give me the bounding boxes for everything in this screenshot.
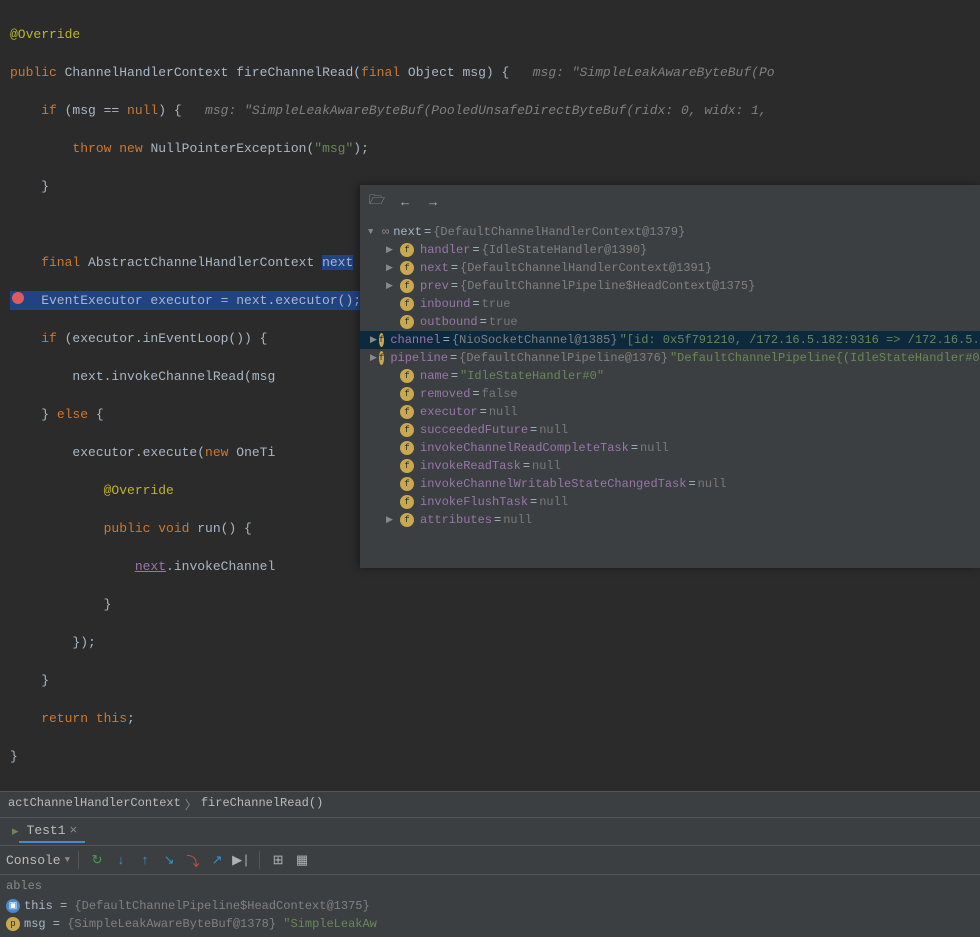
field-icon: f [400, 423, 414, 437]
expand-arrow-icon[interactable]: ▶ [370, 335, 377, 345]
variable-tree[interactable]: ▼ ∞ next = {DefaultChannelHandlerContext… [360, 219, 980, 533]
tree-row-invokeReadTask[interactable]: finvokeReadTask = null [360, 457, 980, 475]
field-name: channel [390, 333, 440, 347]
field-icon: f [400, 513, 414, 527]
field-icon: f [400, 369, 414, 383]
expand-arrow-icon[interactable]: ▶ [386, 245, 398, 255]
tree-row-channel[interactable]: ▶fchannel = {NioSocketChannel@1385} "[id… [360, 331, 980, 349]
tab-label: Test1 [27, 823, 66, 838]
field-icon: f [379, 333, 384, 347]
tree-row-inbound[interactable]: finbound = true [360, 295, 980, 313]
tree-row-prev[interactable]: ▶fprev = {DefaultChannelPipeline$HeadCon… [360, 277, 980, 295]
tree-row-invokeFlushTask[interactable]: finvokeFlushTask = null [360, 493, 980, 511]
folder-icon[interactable]: 🗁 [368, 191, 386, 213]
field-name: name [420, 369, 449, 383]
field-name: executor [420, 405, 478, 419]
tree-root[interactable]: ▼ ∞ next = {DefaultChannelHandlerContext… [360, 223, 980, 241]
step-out-button[interactable]: ↗ [207, 850, 227, 870]
field-name: next [420, 261, 449, 275]
expand-arrow-icon[interactable]: ▶ [386, 281, 398, 291]
step-over-button[interactable]: ⤵ [183, 850, 203, 870]
field-icon: f [400, 405, 414, 419]
field-icon: f [400, 387, 414, 401]
field-name: prev [420, 279, 449, 293]
step-down-button[interactable]: ↓ [111, 850, 131, 870]
field-icon: f [400, 459, 414, 473]
grid-view-button[interactable]: ▦ [292, 850, 312, 870]
variables-title: ables [6, 879, 974, 893]
field-icon: f [400, 315, 414, 329]
tree-row-invokeChannelWritableStateChangedTask[interactable]: finvokeChannelWritableStateChangedTask =… [360, 475, 980, 493]
field-name: invokeReadTask [420, 459, 521, 473]
debug-toolbar: Console ▼ ↻ ↓ ↑ ↘ ⤵ ↗ ▶| ⊞ ▦ [0, 845, 980, 874]
expand-arrow-icon[interactable]: ▼ [368, 227, 380, 237]
field-name: pipeline [390, 351, 448, 365]
evaluate-popup[interactable]: 🗁 ← → ▼ ∞ next = {DefaultChannelHandlerC… [360, 185, 980, 568]
tree-row-removed[interactable]: fremoved = false [360, 385, 980, 403]
watch-icon: ∞ [382, 225, 389, 239]
tab-test1[interactable]: Test1 × [19, 820, 86, 843]
field-icon: f [400, 261, 414, 275]
param-icon: p [6, 917, 20, 931]
tree-row-outbound[interactable]: foutbound = true [360, 313, 980, 331]
console-label[interactable]: Console [6, 853, 61, 868]
tree-row-attributes[interactable]: ▶fattributes = null [360, 511, 980, 529]
field-icon: f [400, 297, 414, 311]
breadcrumb[interactable]: actChannelHandlerContext 〉 fireChannelRe… [0, 791, 980, 817]
tree-row-handler[interactable]: ▶fhandler = {IdleStateHandler@1390} [360, 241, 980, 259]
field-icon: f [379, 351, 384, 365]
field-name: outbound [420, 315, 478, 329]
tree-row-executor[interactable]: fexecutor = null [360, 403, 980, 421]
field-icon: f [400, 477, 414, 491]
expand-arrow-icon[interactable]: ▶ [386, 515, 398, 525]
variable-this[interactable]: ▣this = {DefaultChannelPipeline$HeadCont… [6, 897, 974, 915]
rerun-button[interactable]: ↻ [87, 850, 107, 870]
field-icon: f [400, 441, 414, 455]
table-view-button[interactable]: ⊞ [268, 850, 288, 870]
breakpoint-icon[interactable] [12, 292, 24, 304]
breadcrumb-item[interactable]: fireChannelRead() [201, 796, 323, 813]
tree-row-succeededFuture[interactable]: fsucceededFuture = null [360, 421, 980, 439]
field-icon: f [400, 279, 414, 293]
this-icon: ▣ [6, 899, 20, 913]
field-name: inbound [420, 297, 470, 311]
forward-icon[interactable]: → [424, 195, 442, 210]
field-name: removed [420, 387, 470, 401]
field-name: succeededFuture [420, 423, 528, 437]
code-annotation: @Override [10, 27, 80, 42]
field-name: invokeChannelWritableStateChangedTask [420, 477, 686, 491]
tree-row-name[interactable]: fname = "IdleStateHandler#0" [360, 367, 980, 385]
run-to-cursor-button[interactable]: ▶| [231, 850, 251, 870]
tree-row-next[interactable]: ▶fnext = {DefaultChannelHandlerContext@1… [360, 259, 980, 277]
tree-row-pipeline[interactable]: ▶fpipeline = {DefaultChannelPipeline@137… [360, 349, 980, 367]
field-icon: f [400, 495, 414, 509]
expand-arrow-icon[interactable]: ▶ [370, 353, 377, 363]
step-up-button[interactable]: ↑ [135, 850, 155, 870]
field-name: attributes [420, 513, 492, 527]
field-icon: f [400, 243, 414, 257]
step-into-button[interactable]: ↘ [159, 850, 179, 870]
variable-msg[interactable]: pmsg = {SimpleLeakAwareByteBuf@1378} "Si… [6, 915, 974, 933]
field-name: handler [420, 243, 470, 257]
chevron-right-icon: 〉 [185, 796, 197, 813]
breadcrumb-item[interactable]: actChannelHandlerContext [8, 796, 181, 813]
close-icon[interactable]: × [70, 823, 78, 838]
debug-tabbar: ▸ Test1 × [0, 817, 980, 845]
popup-toolbar: 🗁 ← → [360, 185, 980, 219]
back-icon[interactable]: ← [396, 195, 414, 210]
expand-arrow-icon[interactable]: ▶ [386, 263, 398, 273]
inline-hint: msg: "SimpleLeakAwareByteBuf(PooledUnsaf… [182, 103, 767, 118]
variables-panel[interactable]: ables ▣this = {DefaultChannelPipeline$He… [0, 874, 980, 937]
inline-hint: msg: "SimpleLeakAwareByteBuf(Po [509, 65, 774, 80]
field-name: invokeChannelReadCompleteTask [420, 441, 629, 455]
field-name: invokeFlushTask [420, 495, 528, 509]
tree-row-invokeChannelReadCompleteTask[interactable]: finvokeChannelReadCompleteTask = null [360, 439, 980, 457]
